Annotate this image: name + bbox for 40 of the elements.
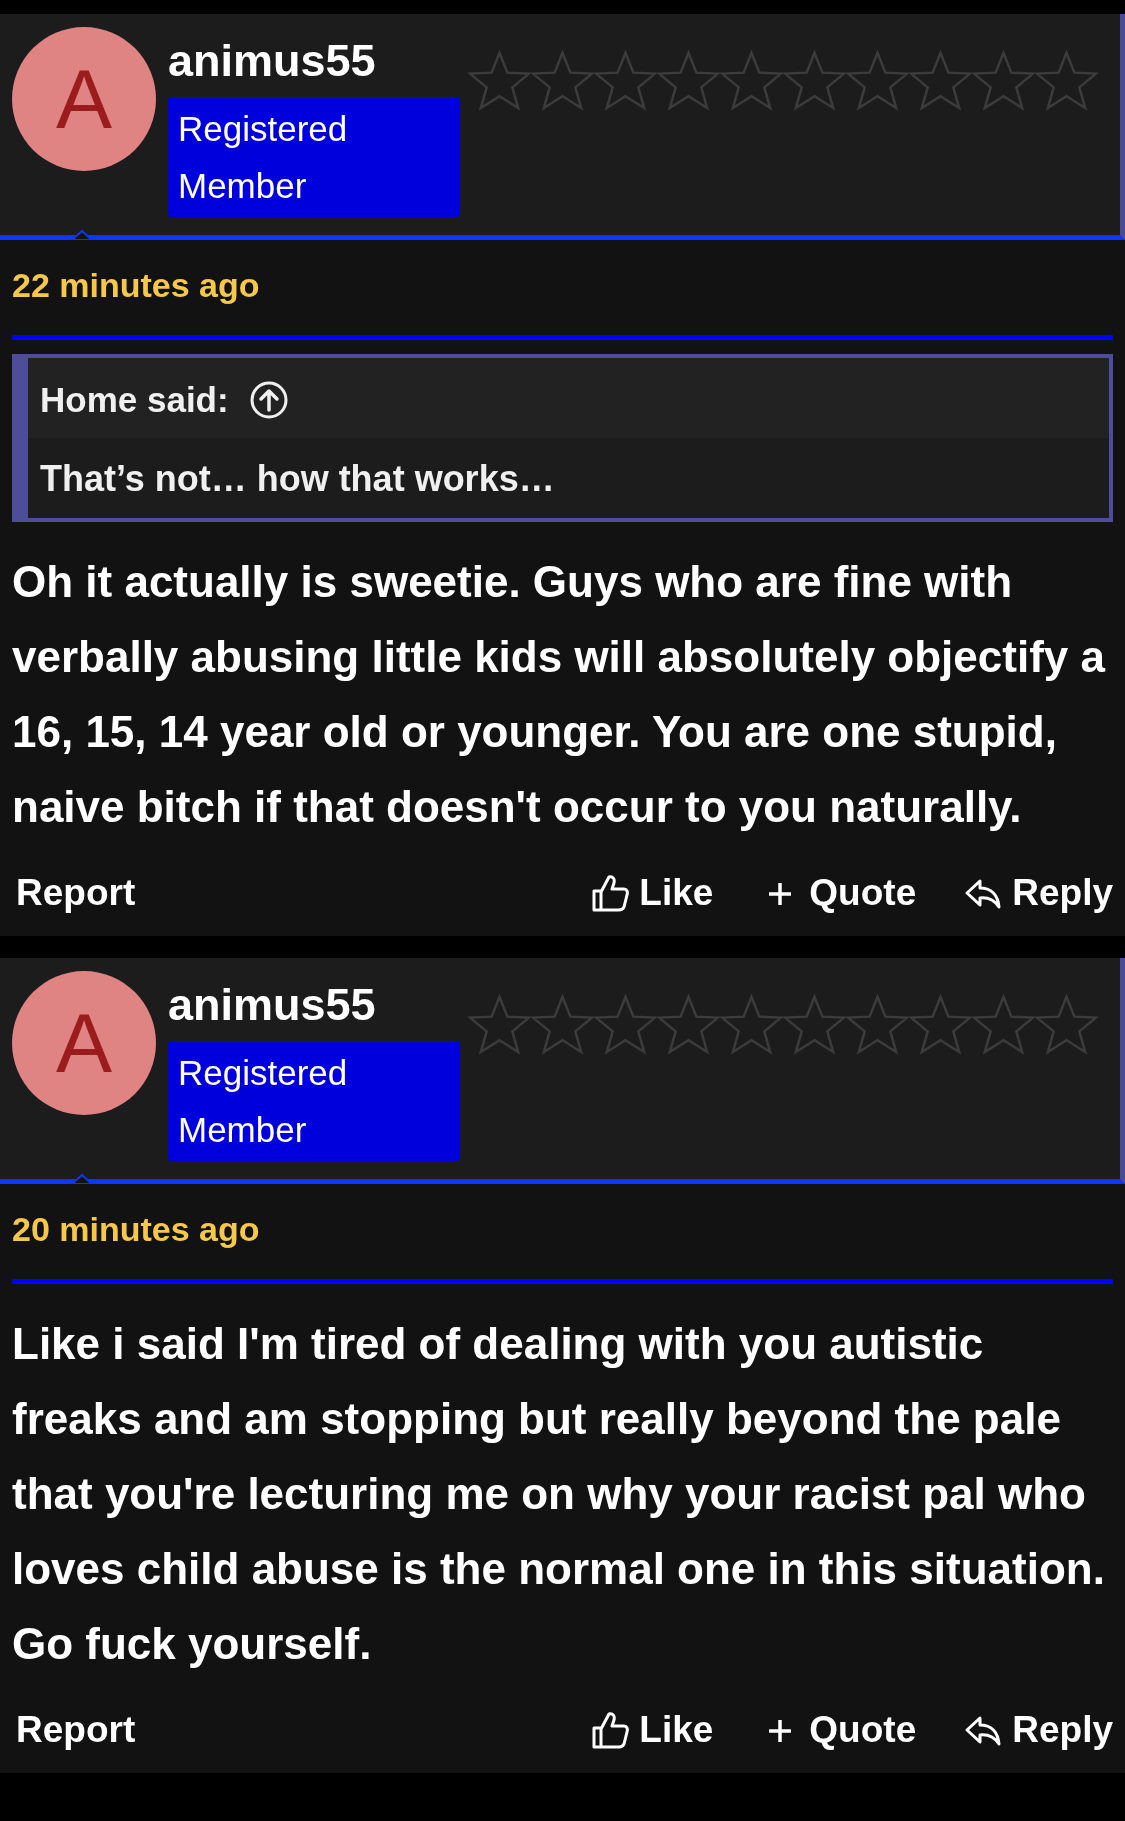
like-button[interactable]: Like — [591, 1709, 714, 1751]
post-time: 20 minutes ago — [11, 1209, 261, 1250]
star-icon — [594, 49, 657, 112]
like-button[interactable]: Like — [591, 872, 714, 914]
star-icon — [909, 49, 972, 112]
star-icon — [846, 993, 909, 1056]
star-icon — [657, 49, 720, 112]
quote-author: Home said: — [40, 380, 229, 420]
star-icon — [972, 49, 1035, 112]
member-badge: Registered Member — [168, 1041, 460, 1161]
quote-button[interactable]: Quote — [761, 1709, 917, 1751]
star-icon — [909, 993, 972, 1056]
post-text: Like i said I'm tired of dealing with you autistic freaks and am stopping but really beyond the pale that you're lecturing me on why your racist pal who loves child abuse is the normal one in this situation. Go fuck yourself. — [11, 1318, 1106, 1670]
star-icon — [468, 993, 531, 1056]
quote-button[interactable]: Quote — [761, 872, 917, 914]
reply-button[interactable]: Reply — [964, 872, 1113, 914]
reply-button[interactable]: Reply — [964, 1709, 1113, 1751]
star-icon — [783, 49, 846, 112]
star-icon — [783, 993, 846, 1056]
star-icon — [972, 993, 1035, 1056]
star-icon — [531, 993, 594, 1056]
star-icon — [594, 993, 657, 1056]
star-icon — [468, 49, 531, 112]
star-icon — [846, 49, 909, 112]
quote-text: That’s not… how that works… — [39, 457, 556, 501]
member-badge: Registered Member — [168, 97, 460, 217]
star-icon — [720, 993, 783, 1056]
post-time: 22 minutes ago — [11, 265, 261, 306]
star-icon — [1035, 993, 1098, 1056]
username[interactable]: animus55 — [168, 33, 460, 89]
star-icon — [531, 49, 594, 112]
star-icon — [1035, 49, 1098, 112]
thumbs-up-icon — [591, 1710, 630, 1750]
report-link[interactable]: Report — [16, 1709, 136, 1751]
post-text: Oh it actually is sweetie. Guys who are fine with verbally abusing little kids will absolutely objectify a 16, 15, 14 year old or younger. You are one stupid, naive bitch if that doesn't occur to you naturally. — [11, 556, 1107, 833]
thumbs-up-icon — [591, 873, 630, 913]
username[interactable]: animus55 — [168, 977, 460, 1033]
star-icon — [720, 49, 783, 112]
report-link[interactable]: Report — [16, 872, 136, 914]
star-icon — [657, 993, 720, 1056]
